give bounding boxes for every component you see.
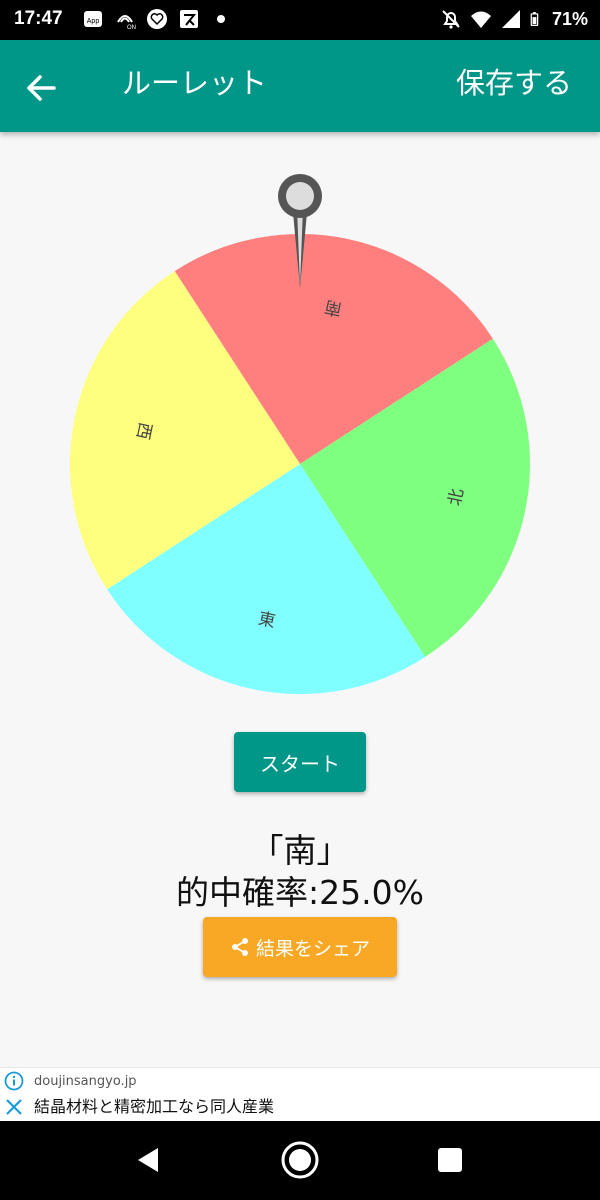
result-text: 「南」 [250,831,350,870]
battery-percent: 71% [551,8,588,29]
share-icon [231,938,248,956]
app-notification-icon: App [84,11,102,27]
x-app-icon [180,10,198,28]
nav-back-icon[interactable] [134,1145,164,1175]
nav-recent-apps-icon[interactable] [437,1147,463,1173]
status-right-icons: 71% [440,8,588,30]
heart-app-icon [147,9,167,29]
share-result-button[interactable]: 結果をシェア [203,917,397,977]
dot-icon [217,15,225,23]
back-arrow-icon[interactable] [22,68,62,108]
save-button[interactable]: 保存する [456,60,572,102]
notifications-off-icon [442,10,460,29]
navigation-bar [0,1121,600,1200]
svg-text:App: App [87,18,100,25]
battery-icon [530,12,539,26]
nav-home-icon[interactable] [280,1140,320,1180]
ad-domain: doujinsangyo.jp [34,1074,137,1089]
status-left-icons: App ON [82,8,232,30]
info-icon[interactable] [4,1071,24,1091]
svg-text:ON: ON [127,25,136,30]
roulette-area: 南北東西 [0,140,600,710]
nfc-on-icon: ON [117,15,136,30]
ad-banner[interactable]: doujinsangyo.jp 結晶材料と精密加工なら同人産業 [0,1067,600,1122]
status-bar: 17:47 App ON 71% [0,0,600,40]
app-bar: ルーレット 保存する [0,40,600,132]
status-time: 17:47 [14,8,63,29]
wifi-icon [470,11,491,28]
page-title: ルーレット [122,66,268,100]
close-icon[interactable] [4,1097,24,1117]
hit-rate-text: 的中確率:25.0% [176,873,424,912]
roulette-wheel[interactable]: 南北東西 [0,140,600,710]
signal-icon [501,10,520,28]
start-button[interactable]: スタート [234,732,366,792]
ad-text: 結晶材料と精密加工なら同人産業 [34,1097,275,1116]
share-label: 結果をシェア [255,937,370,960]
